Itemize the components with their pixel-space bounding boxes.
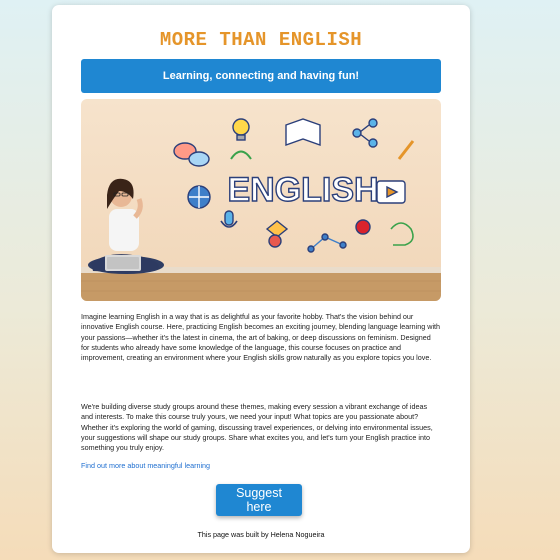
tagline-banner: Learning, connecting and having fun!	[81, 59, 441, 93]
meaningful-learning-link[interactable]: Find out more about meaningful learning	[81, 461, 210, 470]
page-title: MORE THAN ENGLISH	[159, 29, 363, 51]
groups-paragraph: We're building diverse study groups arou…	[81, 402, 433, 453]
content-card: MORE THAN ENGLISH Learning, connecting a…	[52, 5, 470, 553]
hero-english-word: ENGLISH	[227, 171, 378, 209]
hero-image: ENGLISH	[81, 99, 441, 301]
footer-credit: This page was built by Helena Nogueira	[197, 530, 325, 539]
suggest-here-button[interactable]: Suggest here	[216, 484, 302, 516]
intro-paragraph: Imagine learning English in a way that i…	[81, 312, 441, 363]
